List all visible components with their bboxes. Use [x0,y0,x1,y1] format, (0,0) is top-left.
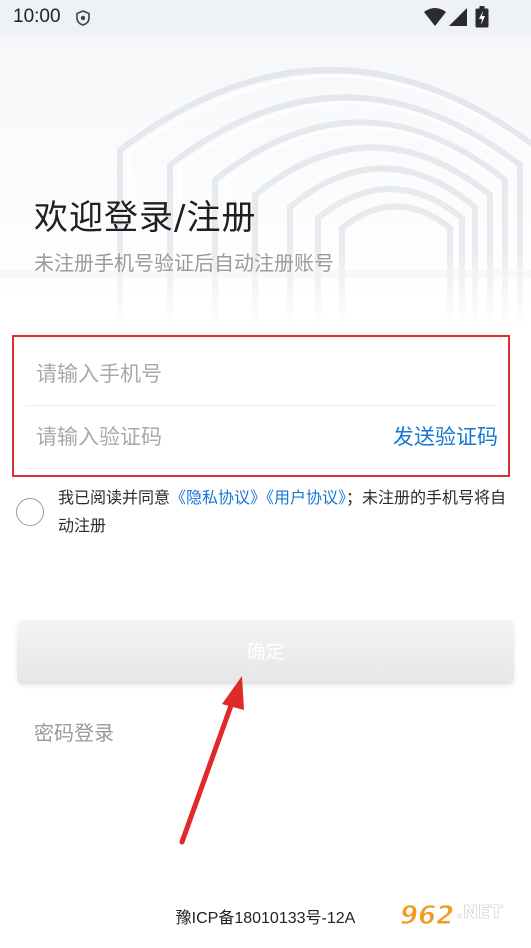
battery-charging-icon [475,6,489,28]
code-field: 发送验证码 [26,407,498,469]
user-agreement-link[interactable]: 《用户协议》 [266,488,346,507]
send-code-button[interactable]: 发送验证码 [393,421,498,451]
status-bar: 10:00 [0,0,531,36]
privacy-policy-link[interactable]: 《隐私协议》 [170,488,266,507]
watermark-label: 乐游网 [462,926,502,941]
status-time: 10:00 [13,6,61,27]
page-title: 欢迎登录/注册 [34,198,257,238]
shield-icon [76,10,90,26]
wifi-icon [424,8,446,26]
page-subtitle: 未注册手机号验证后自动注册账号 [34,251,334,275]
verification-code-input[interactable] [36,407,366,467]
confirm-button[interactable]: 确定 [17,620,514,684]
site-watermark: 962 .NET 乐游网 [396,894,531,944]
agreement-prefix: 我已阅读并同意 [58,488,171,507]
phone-input[interactable] [36,344,366,404]
login-form: 发送验证码 [12,335,510,477]
svg-text:962: 962 [400,901,454,931]
agreement-text: 我已阅读并同意《隐私协议》《用户协议》；未注册的手机号将自动注册 [58,484,508,540]
phone-field [26,344,498,406]
tunnel-illustration [0,0,531,330]
agreement-checkbox[interactable] [16,498,44,526]
hero-background [0,0,531,330]
password-login-link[interactable]: 密码登录 [34,717,114,746]
svg-text:.NET: .NET [456,902,503,923]
signal-icon [449,8,467,26]
